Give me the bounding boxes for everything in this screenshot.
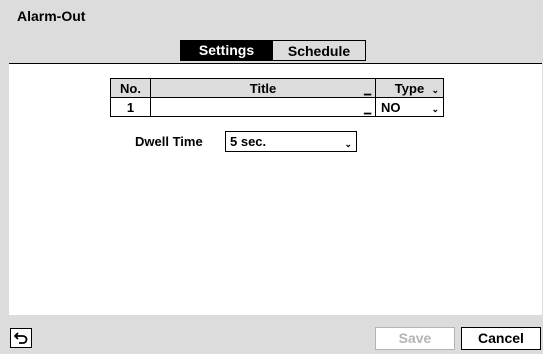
header-title[interactable]: Title ▁: [150, 78, 376, 98]
dwell-time-select[interactable]: 5 sec. ⌄: [225, 131, 357, 152]
title-sort-icon: ▁: [364, 85, 371, 95]
tab-settings[interactable]: Settings: [180, 40, 273, 61]
dialog-title: Alarm-Out: [17, 8, 86, 24]
title-edit-icon: ▁: [364, 104, 371, 114]
save-button[interactable]: Save: [375, 327, 455, 350]
dialog-footer: Save Cancel: [0, 315, 543, 354]
table-header-row: No. Title ▁ Type ⌄: [110, 78, 444, 98]
settings-panel: No. Title ▁ Type ⌄ 1 ▁ NO ⌄ Dwell Time 5…: [9, 63, 542, 315]
tab-bar: Settings Schedule: [180, 40, 366, 61]
header-no-label: No.: [120, 80, 141, 96]
tab-schedule[interactable]: Schedule: [273, 40, 366, 61]
row-title-field[interactable]: ▁: [150, 97, 376, 117]
header-title-label: Title: [249, 80, 277, 96]
header-type[interactable]: Type ⌄: [375, 78, 444, 98]
back-button[interactable]: [10, 328, 32, 348]
dwell-time-value: 5 sec.: [230, 134, 267, 149]
alarm-out-table: No. Title ▁ Type ⌄ 1 ▁ NO ⌄: [110, 78, 444, 117]
table-row: 1 ▁ NO ⌄: [110, 97, 444, 117]
dwell-time-label: Dwell Time: [135, 134, 203, 149]
chevron-down-icon: ⌄: [431, 104, 439, 114]
header-no: No.: [110, 78, 151, 98]
chevron-down-icon: ⌄: [344, 139, 352, 149]
row-type-value: NO: [381, 100, 401, 115]
alarm-out-dialog: Alarm-Out Settings Schedule No. Title ▁ …: [0, 0, 543, 354]
cancel-button[interactable]: Cancel: [461, 327, 541, 350]
row-type-select[interactable]: NO ⌄: [375, 97, 444, 117]
row-no: 1: [110, 97, 151, 117]
type-dropdown-icon: ⌄: [431, 85, 439, 95]
return-arrow-icon: [14, 332, 28, 344]
